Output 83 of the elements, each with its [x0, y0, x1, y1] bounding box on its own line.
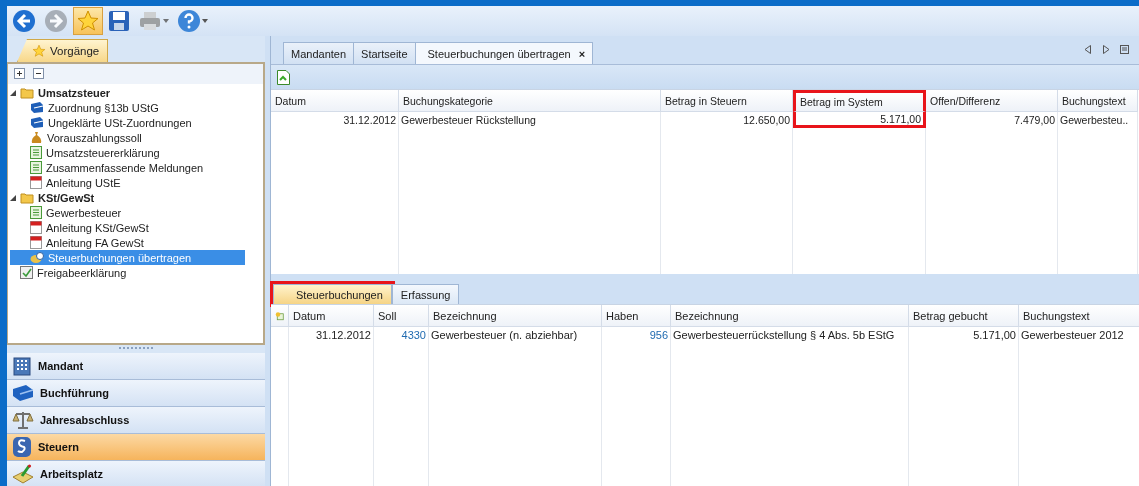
tree-item[interactable]: Vorauszahlungssoll	[10, 130, 263, 145]
view-tab[interactable]: Steuerbuchungen	[273, 284, 392, 304]
folder-icon	[20, 86, 34, 99]
tree-item[interactable]: Anleitung UStE	[10, 175, 263, 190]
building-icon	[12, 356, 32, 376]
column-header[interactable]: Buchungskategorie	[399, 90, 661, 112]
scroll-left-icon[interactable]	[1084, 45, 1092, 54]
document-tab[interactable]: Startseite	[353, 42, 416, 64]
view-tab[interactable]: Erfassung	[391, 284, 460, 304]
account-link[interactable]: 4330	[374, 327, 429, 343]
document-icon	[30, 161, 42, 174]
tree-item[interactable]: Zuordnung §13b UStG	[10, 100, 263, 115]
star-icon	[76, 9, 100, 33]
table-cell: Gewerbesteuerrückstellung § 4 Abs. 5b EStG	[671, 327, 909, 343]
paragraph-sign-icon	[12, 436, 32, 458]
close-tab-icon[interactable]: ×	[578, 47, 586, 60]
save-icon	[108, 10, 130, 32]
scales-icon	[12, 410, 34, 430]
book-icon	[30, 116, 44, 129]
desk-pen-icon	[12, 464, 34, 484]
table-cell: Gewerbesteuer Rückstellung	[399, 112, 661, 128]
caret-icon	[202, 19, 208, 23]
document-icon	[30, 146, 42, 159]
nav-button[interactable]: Mandant	[7, 353, 265, 380]
document-tab[interactable]: Mandanten	[283, 42, 355, 64]
column-header[interactable]: Datum	[271, 90, 399, 112]
table-cell: 5.171,00	[793, 112, 926, 128]
column-header[interactable]: Betrag gebucht	[909, 305, 1019, 327]
expand-all-icon[interactable]	[14, 68, 25, 79]
column-header[interactable]: Betrag in Steuern	[661, 90, 793, 112]
table-cell: Gewerbesteuer (n. abziehbar)	[429, 327, 602, 343]
tree-item[interactable]: Freigabeerklärung	[10, 265, 263, 280]
book-icon	[30, 101, 44, 114]
document-icon	[30, 206, 42, 219]
table-cell: 12.650,00	[661, 112, 793, 128]
tree-item[interactable]: Umsatzsteuererklärung	[10, 145, 263, 160]
pdf-document-icon	[30, 236, 42, 249]
expanded-triangle-icon[interactable]	[10, 89, 16, 96]
tree-item[interactable]: Zusammenfassende Meldungen	[10, 160, 263, 175]
table-cell: 5.171,00	[909, 327, 1019, 343]
column-header[interactable]: Bezeichnung	[429, 305, 602, 327]
column-header[interactable]: Datum	[289, 305, 374, 327]
pdf-document-icon	[30, 221, 42, 234]
table-cell: Gewerbesteuer 2012	[1019, 327, 1139, 343]
tree-item[interactable]: Umsatzsteuer	[10, 85, 263, 100]
document-tab[interactable]: Steuerbuchungen übertragen ×	[414, 42, 594, 64]
help-icon	[177, 9, 201, 33]
nav-button[interactable]: Jahresabschluss	[7, 407, 265, 434]
nav-button[interactable]: Steuern	[7, 434, 265, 461]
tree-item[interactable]: KSt/GewSt	[10, 190, 263, 205]
column-header[interactable]: Bezeichnung	[671, 305, 909, 327]
sidebar-tab[interactable]: Vorgänge	[17, 39, 109, 62]
column-header[interactable]: Buchungstext	[1058, 90, 1138, 112]
column-header[interactable]: Soll	[374, 305, 429, 327]
table-cell: 7.479,00	[926, 112, 1058, 128]
table-cell: 31.12.2012	[271, 112, 399, 128]
transfer-icon	[30, 251, 44, 264]
nav-button[interactable]: Arbeitsplatz	[7, 461, 265, 486]
printer-icon	[138, 10, 162, 32]
account-link[interactable]: 956	[602, 327, 671, 343]
folder-icon	[20, 191, 34, 204]
column-header[interactable]: Offen/Differenz	[926, 90, 1058, 112]
pdf-document-icon	[30, 176, 42, 189]
tree-item[interactable]: Ungeklärte USt-Zuordnungen	[10, 115, 263, 130]
tree-item[interactable]: Anleitung FA GewSt	[10, 235, 263, 250]
caret-icon	[163, 19, 169, 23]
nav-button[interactable]: Buchführung	[7, 380, 265, 407]
tree-item[interactable]: Gewerbesteuer	[10, 205, 263, 220]
splitter-grip[interactable]	[119, 347, 153, 351]
collapse-all-icon[interactable]	[33, 68, 44, 79]
release-document-icon	[20, 266, 33, 279]
tab-list-icon[interactable]	[1120, 45, 1129, 54]
star-icon	[32, 44, 46, 58]
book-icon	[12, 384, 34, 402]
scroll-right-icon[interactable]	[1102, 45, 1110, 54]
expanded-triangle-icon[interactable]	[10, 194, 16, 201]
tree-item[interactable]: Anleitung KSt/GewSt	[10, 220, 263, 235]
column-header[interactable]: Betrag im System	[793, 90, 926, 112]
table-cell: Gewerbesteu..	[1058, 112, 1138, 128]
column-header[interactable]: Haben	[602, 305, 671, 327]
table-cell: 31.12.2012	[289, 327, 374, 343]
money-bag-icon	[30, 131, 43, 144]
new-document-icon[interactable]	[277, 69, 290, 85]
